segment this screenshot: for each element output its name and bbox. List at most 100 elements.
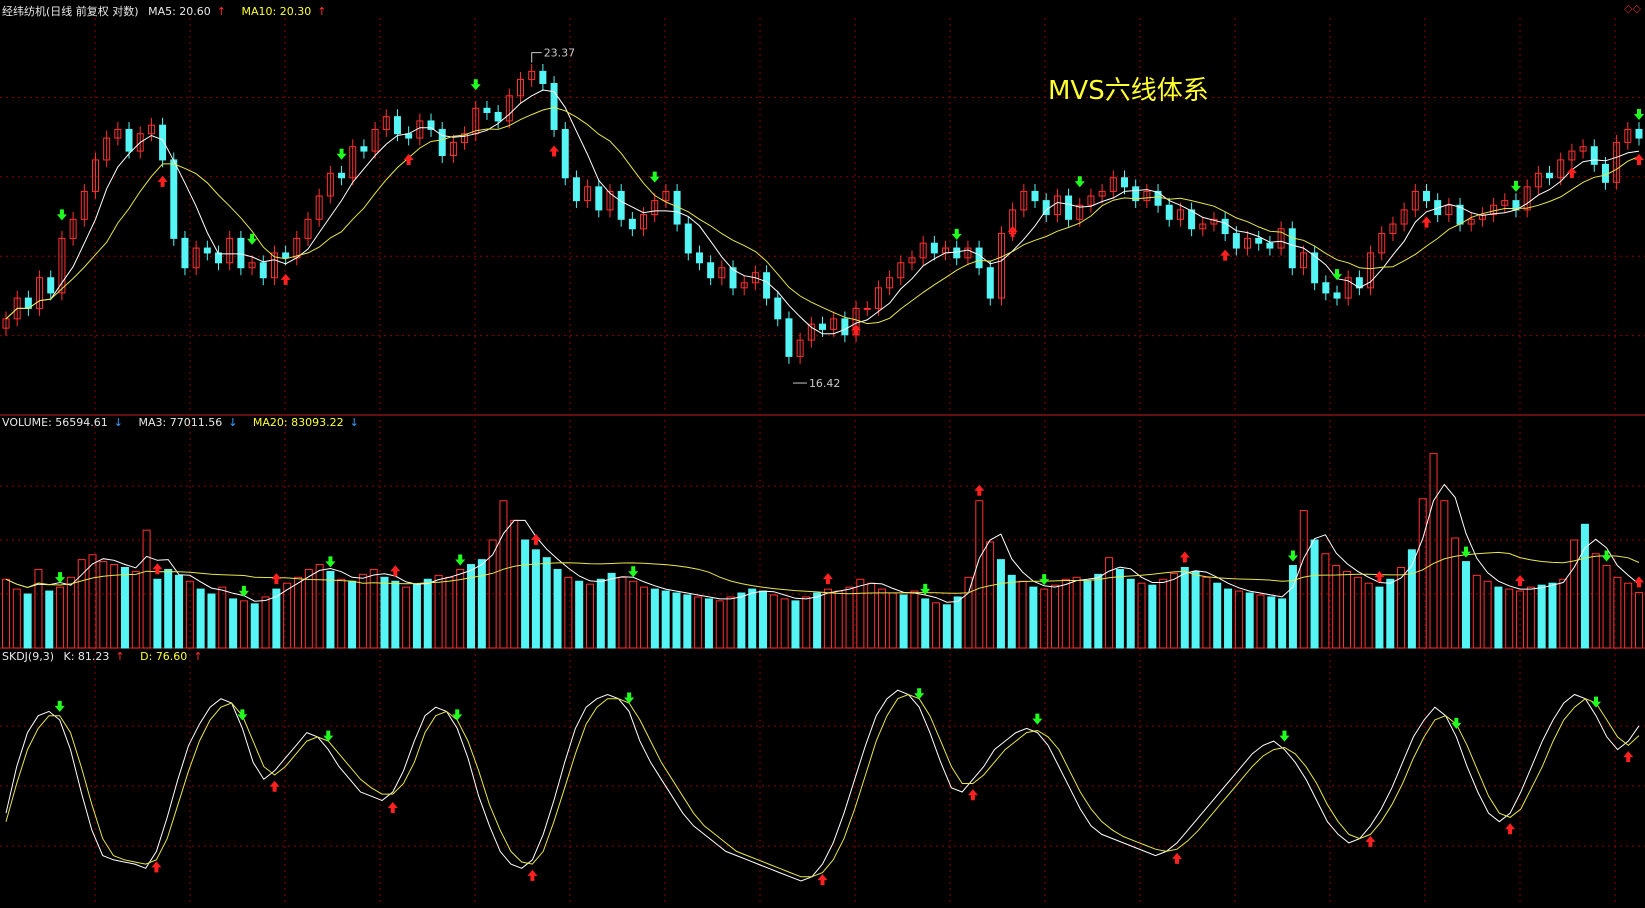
sell-signal-arrow [920,583,931,595]
volume-bar [1029,586,1038,649]
candle-body [1120,177,1128,188]
volume-bar [131,570,140,649]
volume-bar [1364,582,1373,649]
candle-body [159,124,167,161]
volume-bar [986,541,995,649]
candle-body [1188,209,1196,230]
candle-body [1221,218,1229,235]
sell-signal-arrow [1634,109,1644,121]
buy-signal-arrow [1634,576,1644,588]
buy-signal-arrow [1220,249,1231,261]
sell-signal-arrow [470,79,481,91]
volume-bar [813,592,822,649]
candle-body [595,186,603,211]
low-label: 16.42 [809,377,841,390]
volume-bar [1451,537,1460,649]
diamond-icon[interactable]: ◇◇ [1624,2,1641,15]
candle-body [785,318,793,357]
volume-bar [553,568,562,649]
buy-signal-arrow [817,874,828,886]
system-title: MVS六线体系 [1048,76,1209,106]
volume-bar [607,572,616,649]
volume-bar [196,588,205,649]
volume-bar [629,580,638,649]
volume-bar [1148,584,1157,649]
volume-bar [1202,576,1211,649]
volume-bar [1526,586,1535,649]
candle-body [1266,242,1274,249]
volume-bar [1548,582,1557,649]
volume-bar [802,596,811,649]
volume-bar [1375,586,1384,649]
candle-body [953,247,961,259]
volume-bar [845,586,854,649]
volume-bar [715,600,724,649]
candle-body [360,146,368,152]
candle-body [986,267,994,299]
volume-bar [661,590,670,649]
buy-signal-arrow [549,145,560,157]
candle-body [215,252,223,264]
volume-bar [239,600,248,649]
sell-signal-arrow [951,228,962,240]
candle-body [841,318,849,336]
volume-bar [56,586,65,649]
sell-signal-arrow [56,209,67,221]
volume-bar [261,596,270,649]
candle-body [1288,228,1296,269]
skdj-header: SKDJ(9,3) K: 81.23 ↑ D: 76.60 ↑ [2,650,215,663]
volume-bar [1256,594,1265,649]
volume-bar [834,590,843,649]
price-annotations: 23.37 16.42 [531,47,841,390]
volume-bar [1040,588,1049,649]
volume-bar [704,598,713,649]
volume-bar [1180,566,1189,649]
candle-body [47,277,55,294]
volume-bar [1472,574,1481,649]
volume-bar [780,598,789,649]
volume-bar [975,500,984,649]
buy-signal-arrow [1515,575,1526,587]
volume-bar [1072,576,1081,649]
volume-bar [120,566,129,649]
candle-body [438,128,446,156]
volume-bar [1570,539,1579,649]
candle-body [561,128,569,179]
volume-bar [1234,590,1243,649]
volume-bar [575,580,584,649]
buy-signal-arrow [390,565,401,577]
volume-bar [304,568,313,649]
volume-bar [1483,580,1492,649]
buy-signal-arrow [1172,852,1183,864]
ma10-value: MA10: 20.30 ↑ [241,5,327,18]
buy-signal-arrow [1623,751,1634,763]
volume-bar [293,576,302,649]
volume-bar [1332,565,1341,649]
volume-bar [1288,565,1297,649]
volume-bar [640,586,649,649]
candle-body [695,252,703,264]
buy-signal-arrow [1179,551,1190,563]
sell-signal-arrow [455,554,466,566]
volume-bar [229,598,238,649]
candle-body [1590,146,1598,165]
volume-bar [315,564,324,649]
candle-body [550,83,558,130]
ma10-line [5,106,1640,325]
volume-bar [207,593,216,649]
volume-bar [1537,584,1546,649]
buy-signal-arrow [1505,823,1516,835]
volume-bar [1126,578,1135,649]
buy-signal-arrow [974,484,985,496]
candle-body [1601,163,1609,183]
volume-bar [564,576,573,649]
buy-signal-arrow [152,563,163,575]
volume-bar [1094,573,1103,649]
buy-signal-arrow [530,533,541,545]
buy-signal-arrow [151,861,162,873]
volume-bar [1386,578,1395,649]
candle-body [1031,190,1039,202]
candle-body [338,172,346,179]
volume-value: VOLUME: 56594.61 ↓ [2,416,123,429]
volume-bar [477,559,486,649]
